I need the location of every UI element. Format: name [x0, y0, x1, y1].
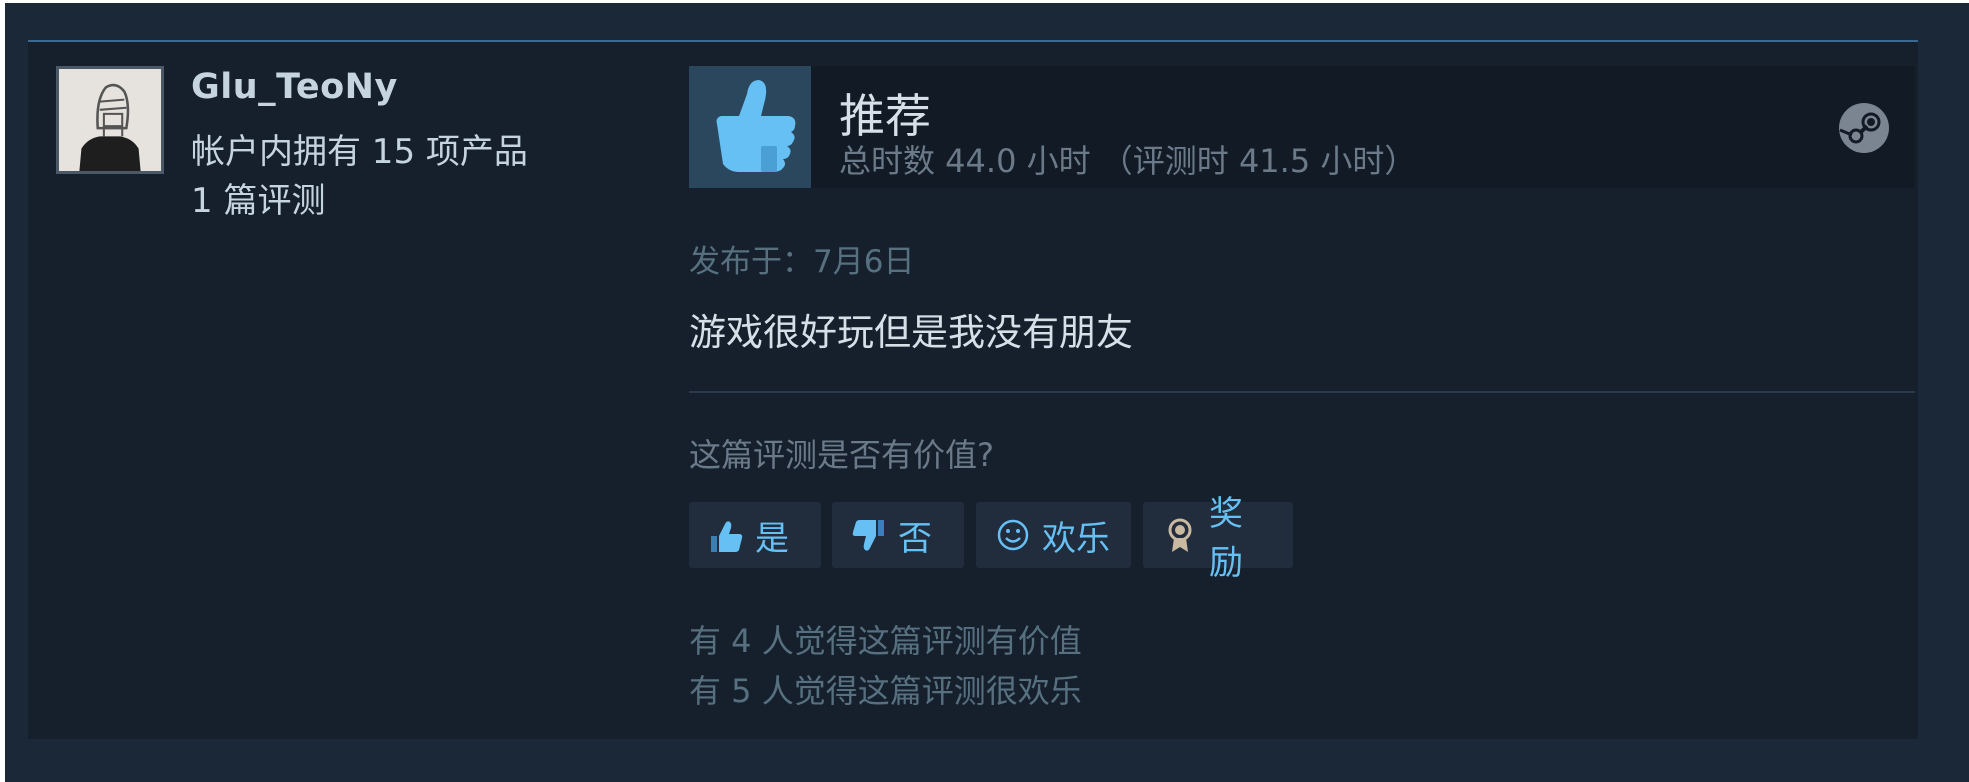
- funny-button[interactable]: 欢乐: [976, 502, 1131, 568]
- helpful-count: 有 4 人觉得这篇评测有价值: [689, 622, 1082, 660]
- review-text: 游戏很好玩但是我没有朋友: [689, 311, 1133, 354]
- username[interactable]: Glu_TeoNy: [191, 67, 398, 107]
- playtime-hours: 总时数 44.0 小时 （评测时 41.5 小时）: [839, 142, 1417, 180]
- products-owned[interactable]: 帐户内拥有 15 项产品: [191, 124, 528, 173]
- no-label: 否: [898, 518, 932, 559]
- thumbs-up-icon: [711, 521, 743, 552]
- review-count[interactable]: 1 篇评测: [191, 173, 325, 222]
- helpful-yes-button[interactable]: 是: [689, 502, 821, 568]
- funny-count: 有 5 人觉得这篇评测很欢乐: [689, 672, 1082, 710]
- award-button[interactable]: 奖励: [1143, 494, 1293, 583]
- thumbs-up-icon: [689, 66, 811, 188]
- vote-header[interactable]: 推荐 总时数 44.0 小时 （评测时 41.5 小时）: [689, 66, 1915, 188]
- avatar[interactable]: [56, 66, 164, 174]
- steam-logo-icon: [1839, 103, 1889, 153]
- helpful-question: 这篇评测是否有价值?: [689, 436, 994, 474]
- thumbs-down-icon: [852, 520, 884, 551]
- review-card: Glu_TeoNy 帐户内拥有 15 项产品 1 篇评测 推荐 总时数 44.0…: [28, 40, 1918, 739]
- posted-date: 发布于：7月6日: [689, 244, 915, 280]
- avatar-image: [59, 69, 161, 171]
- award-label: 奖励: [1209, 494, 1243, 583]
- yes-label: 是: [755, 518, 789, 559]
- helpful-no-button[interactable]: 否: [832, 502, 964, 568]
- divider: [689, 391, 1915, 393]
- smiley-icon: [997, 519, 1029, 551]
- award-ribbon-icon: [1168, 518, 1192, 552]
- page-background: Glu_TeoNy 帐户内拥有 15 项产品 1 篇评测 推荐 总时数 44.0…: [5, 3, 1969, 782]
- funny-label: 欢乐: [1042, 518, 1110, 559]
